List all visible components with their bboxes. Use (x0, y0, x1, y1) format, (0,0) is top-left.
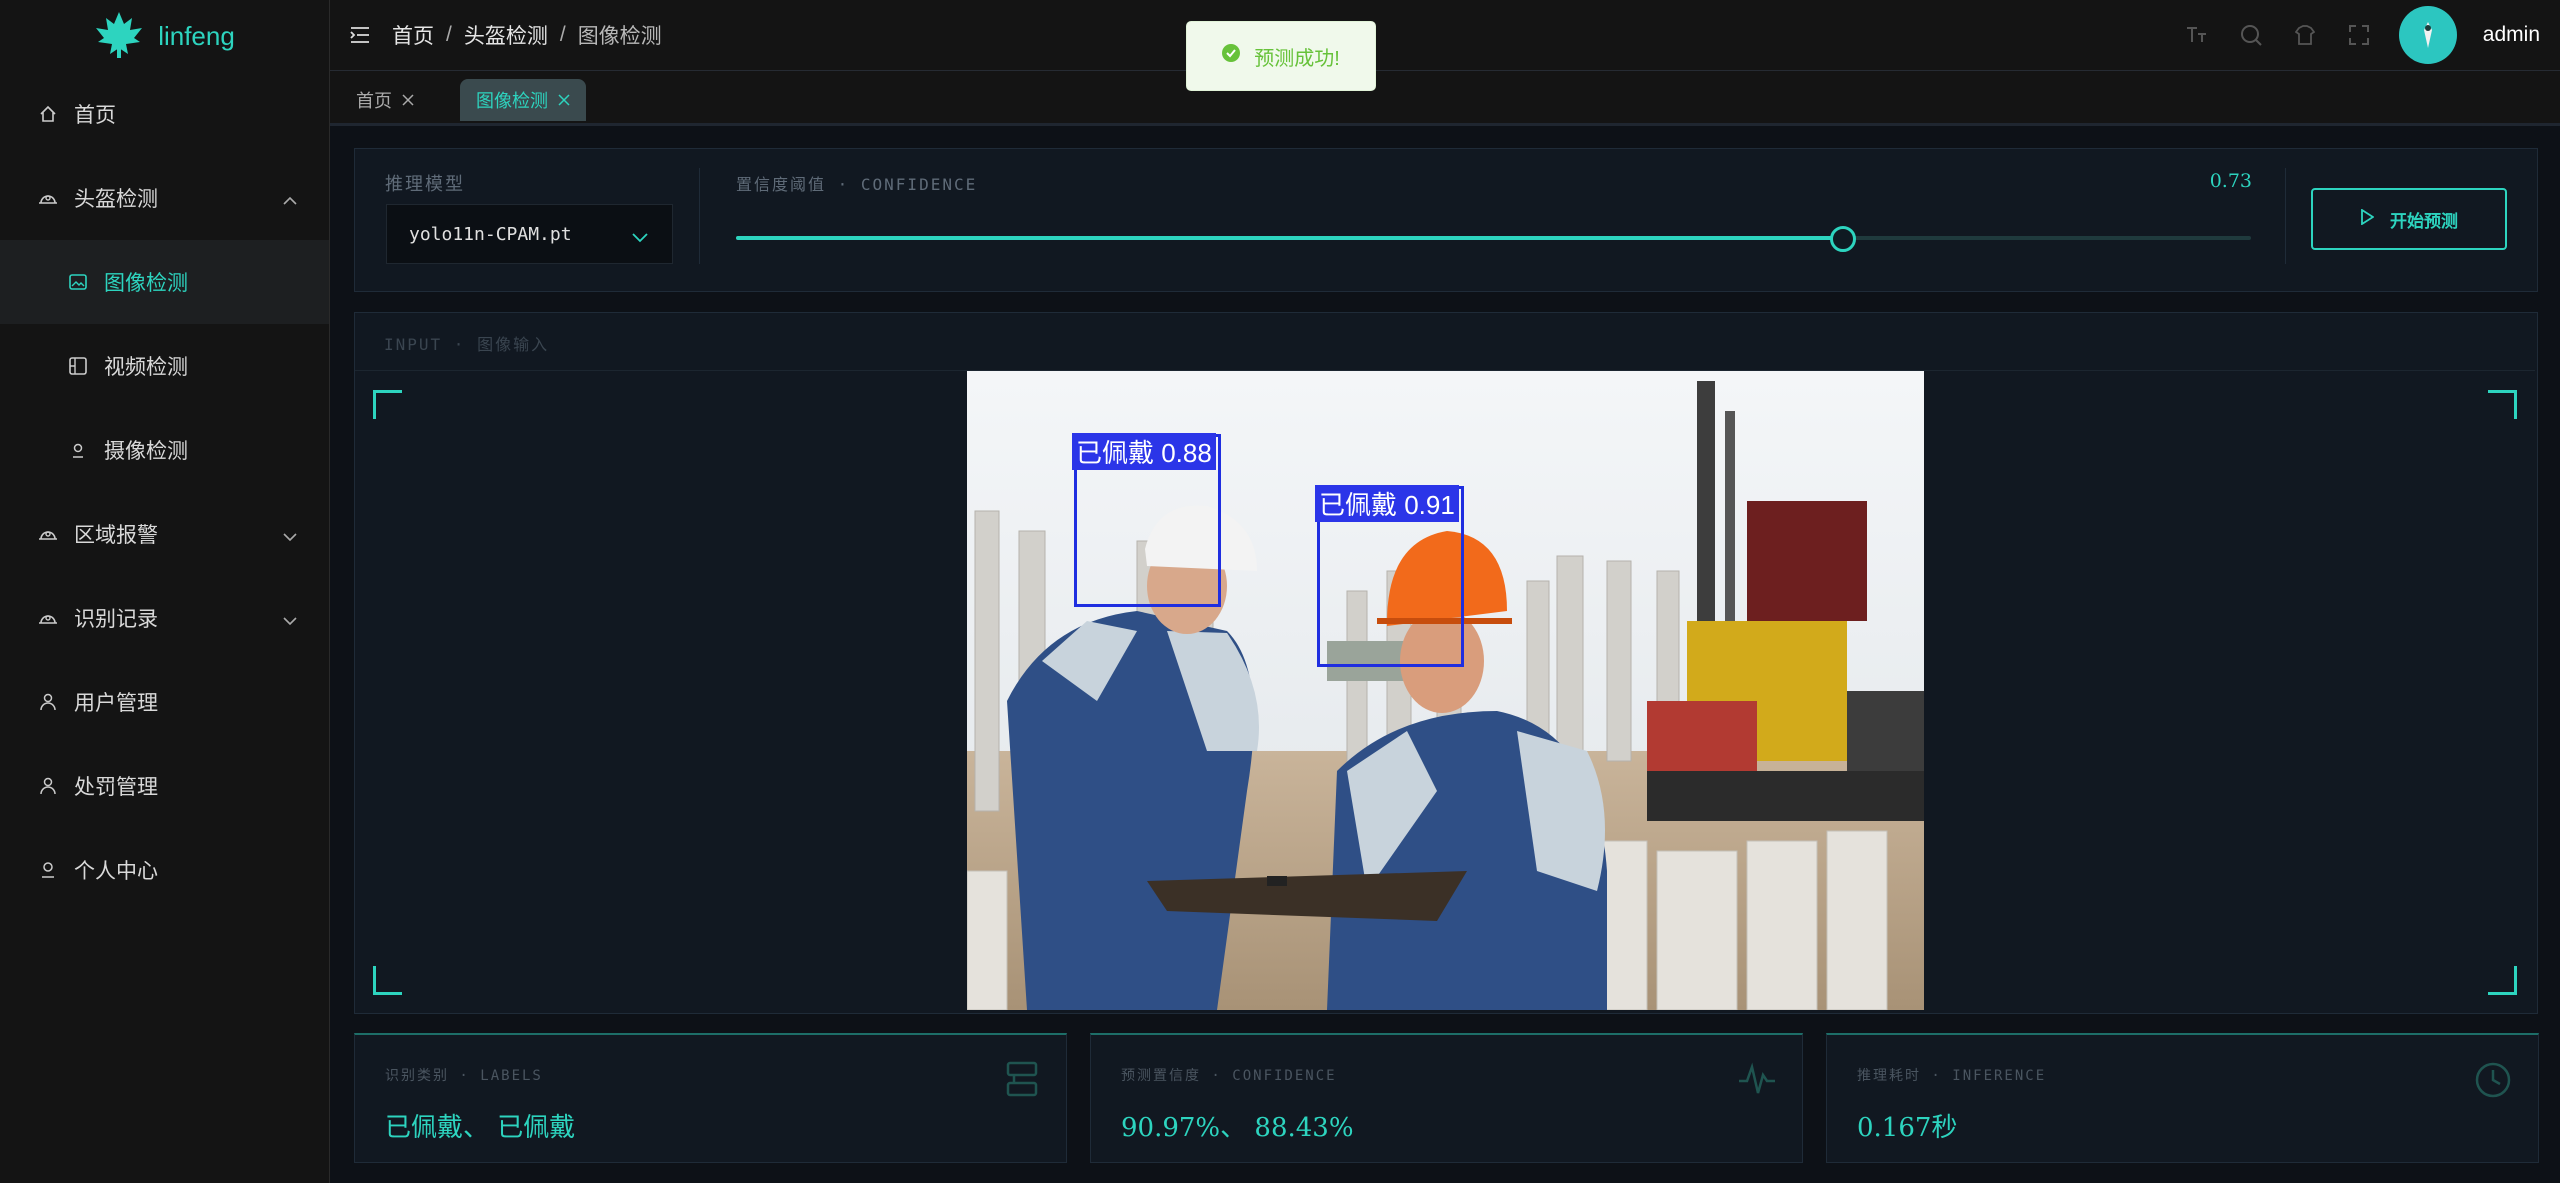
confidence-slider[interactable] (736, 226, 2251, 252)
detection-label: 已佩戴 0.88 (1072, 433, 1216, 470)
breadcrumb-current: 图像检测 (577, 25, 662, 48)
chevron-up-icon (283, 188, 297, 212)
logo[interactable]: linfeng (0, 0, 329, 72)
records-icon (38, 608, 58, 628)
top-bar: 首页 / 头盔检测 / 图像检测 admin (330, 0, 2560, 71)
start-label: 开始预测 (2390, 211, 2458, 231)
sidebar-item-label: 区域报警 (74, 524, 158, 547)
video-icon (68, 356, 88, 376)
search-icon[interactable] (2237, 21, 2265, 49)
success-toast: 预测成功! (1186, 21, 1376, 91)
chevron-down-icon (283, 524, 297, 548)
sidebar-item-user-management[interactable]: 用户管理 (0, 660, 329, 744)
confidence-value: 0.73 (2209, 170, 2252, 192)
sidebar-item-label: 图像检测 (104, 272, 188, 295)
model-value: yolo11n-CPAM.pt (409, 223, 572, 245)
divider (699, 168, 700, 264)
play-icon (2360, 207, 2375, 230)
breadcrumb-helmet[interactable]: 头盔检测 (464, 20, 548, 50)
sidebar-item-label: 识别记录 (74, 608, 158, 631)
detection-label: 已佩戴 0.91 (1315, 485, 1459, 522)
sidebar-item-label: 用户管理 (74, 692, 158, 715)
profile-icon (38, 860, 58, 880)
sidebar-item-image-detection[interactable]: 图像检测 (0, 240, 329, 324)
username[interactable]: admin (2483, 23, 2540, 47)
slider-thumb[interactable] (1829, 226, 1856, 252)
stat-value: 已佩戴、 已佩戴 (385, 1113, 576, 1143)
sidebar: linfeng 首页 头盔检测 图像检测 视频检测 摄像检测 区域报警 识别记录… (0, 0, 330, 1183)
breadcrumb: 首页 / 头盔检测 / 图像检测 (392, 20, 662, 50)
stat-title: 预测置信度 · CONFIDENCE (1121, 1068, 1337, 1084)
chevron-down-icon (283, 608, 297, 632)
frame-corner (373, 966, 402, 995)
user-icon (38, 692, 58, 712)
sidebar-item-label: 视频检测 (104, 356, 188, 379)
stat-value: 90.97%、 88.43% (1121, 1113, 1354, 1143)
sidebar-item-label: 首页 (74, 104, 116, 127)
detection-image: 已佩戴 0.88 已佩戴 0.91 (967, 371, 1924, 1010)
breadcrumb-home[interactable]: 首页 (392, 20, 434, 50)
input-label: INPUT · 图像输入 (384, 335, 550, 354)
font-size-icon[interactable] (2183, 21, 2211, 49)
tab-bar: 首页 图像检测 (330, 71, 2560, 126)
tab-home[interactable]: 首页 (340, 79, 430, 121)
sidebar-item-area-alarm[interactable]: 区域报警 (0, 492, 329, 576)
sidebar-item-label: 头盔检测 (74, 188, 158, 211)
sidebar-item-records[interactable]: 识别记录 (0, 576, 329, 660)
app-name: linfeng (158, 20, 235, 51)
camera-icon (68, 440, 88, 460)
success-check-icon (1222, 44, 1241, 68)
stat-value: 0.167秒 (1857, 1113, 1958, 1143)
theme-icon[interactable] (2291, 21, 2319, 49)
stat-card-labels: 识别类别 · LABELS 已佩戴、 已佩戴 (354, 1033, 1067, 1163)
stat-card-inference: 推理耗时 · INFERENCE 0.167秒 (1826, 1033, 2539, 1163)
fullscreen-icon[interactable] (2345, 21, 2373, 49)
labels-icon (1004, 1061, 1040, 1102)
avatar[interactable] (2398, 6, 2457, 64)
sidebar-item-profile[interactable]: 个人中心 (0, 828, 329, 912)
helmet-icon (38, 188, 58, 208)
frame-corner (373, 390, 402, 419)
sidebar-item-label: 处罚管理 (74, 776, 158, 799)
punish-icon (38, 776, 58, 796)
sidebar-item-label: 摄像检测 (104, 440, 188, 463)
sidebar-item-helmet-detection[interactable]: 头盔检测 (0, 156, 329, 240)
start-predict-button[interactable]: 开始预测 (2311, 188, 2507, 250)
stat-card-confidence: 预测置信度 · CONFIDENCE 90.97%、 88.43% (1090, 1033, 1803, 1163)
tab-label: 图像检测 (476, 91, 548, 111)
frame-corner (2488, 966, 2517, 995)
pulse-icon (1738, 1061, 1776, 1102)
close-icon[interactable] (402, 90, 414, 111)
home-icon (38, 104, 58, 124)
chevron-down-icon (632, 227, 648, 248)
confidence-label: 置信度阈值 · CONFIDENCE (736, 175, 978, 194)
stat-title: 识别类别 · LABELS (385, 1068, 543, 1084)
model-select[interactable]: yolo11n-CPAM.pt (386, 204, 673, 264)
menu-toggle-icon[interactable] (350, 26, 370, 44)
sidebar-item-camera-detection[interactable]: 摄像检测 (0, 408, 329, 492)
frame-corner (2488, 390, 2517, 419)
sidebar-item-punish-management[interactable]: 处罚管理 (0, 744, 329, 828)
divider (2285, 168, 2286, 264)
tab-image-detection[interactable]: 图像检测 (460, 79, 586, 121)
tab-label: 首页 (356, 91, 392, 111)
top-actions: admin (2183, 0, 2540, 70)
maple-leaf-logo-icon (94, 10, 144, 63)
sidebar-item-home[interactable]: 首页 (0, 72, 329, 156)
image-icon (68, 272, 88, 292)
slider-fill (736, 236, 1842, 240)
clock-icon (2474, 1061, 2512, 1104)
model-label: 推理模型 (385, 174, 465, 195)
toast-message: 预测成功! (1254, 47, 1340, 70)
alarm-icon (38, 524, 58, 544)
close-icon[interactable] (558, 90, 570, 111)
sidebar-item-label: 个人中心 (74, 860, 158, 883)
sidebar-item-video-detection[interactable]: 视频检测 (0, 324, 329, 408)
stat-title: 推理耗时 · INFERENCE (1857, 1068, 2047, 1084)
